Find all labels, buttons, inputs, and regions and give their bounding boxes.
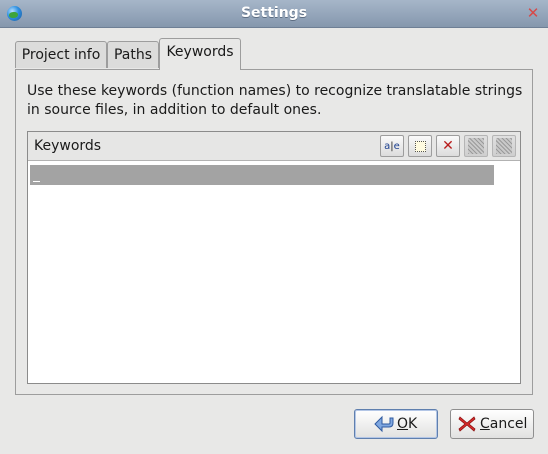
ok-button[interactable]: OK (354, 409, 438, 439)
tab-join (160, 66, 240, 70)
move-up-icon (468, 138, 484, 154)
keywords-description: Use these keywords (function names) to r… (27, 83, 523, 118)
edit-cursor (33, 181, 40, 182)
cancel-label: Cancel (480, 416, 528, 432)
cancel-button[interactable]: Cancel (450, 409, 534, 439)
window-title: Settings (240, 5, 308, 21)
ok-arrow-icon (374, 415, 394, 433)
move-down-button[interactable] (492, 135, 516, 157)
add-keyword-button[interactable] (408, 135, 432, 157)
delete-icon: ✕ (442, 138, 454, 154)
list-header-label: Keywords (34, 138, 102, 154)
list-item-selected[interactable]: _ (30, 165, 494, 185)
rename-keyword-button[interactable]: a|e (380, 135, 404, 157)
move-down-icon (496, 138, 512, 154)
rename-icon: a|e (384, 141, 400, 152)
keyword-item-text: _ (33, 167, 39, 181)
tab-paths[interactable]: Paths (107, 41, 159, 68)
close-window-button[interactable]: ✕ (525, 5, 541, 21)
tab-keywords[interactable]: Keywords (159, 38, 241, 69)
cancel-x-icon (458, 416, 476, 432)
tab-project-info[interactable]: Project info (15, 41, 107, 68)
title-bar[interactable]: Settings ✕ (0, 0, 548, 28)
delete-keyword-button[interactable]: ✕ (436, 135, 460, 157)
move-up-button[interactable] (464, 135, 488, 157)
ok-label: OK (397, 416, 418, 432)
keywords-list-header: Keywords a|e ✕ (28, 132, 520, 161)
new-item-icon (415, 141, 426, 152)
close-icon: ✕ (526, 4, 540, 22)
